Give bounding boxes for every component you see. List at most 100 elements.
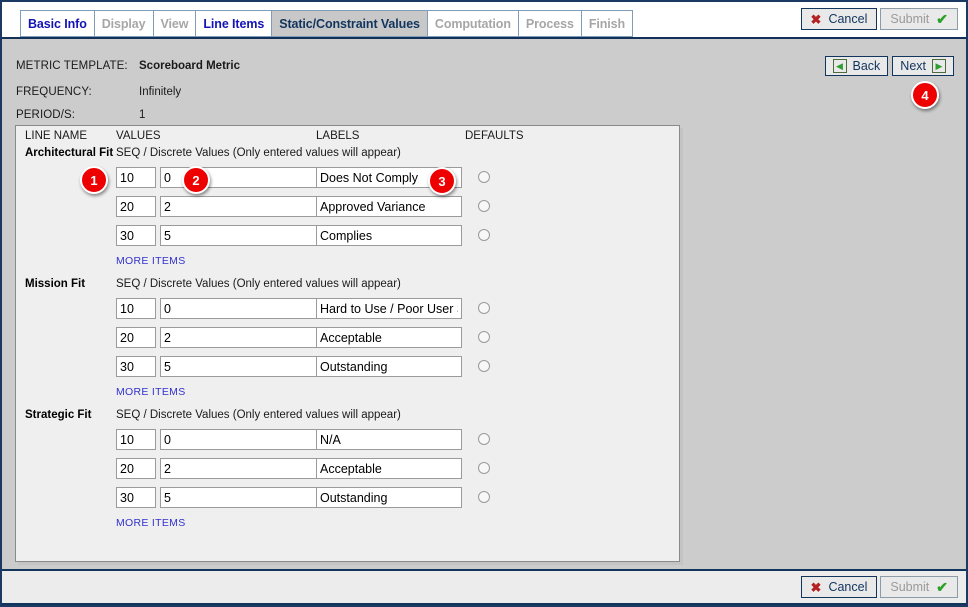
more-items-link-mission-fit[interactable]: MORE ITEMS (116, 386, 186, 398)
seq-input[interactable] (116, 196, 156, 217)
tab-static-constraint-values[interactable]: Static/Constraint Values (271, 10, 427, 37)
discrete-value-input[interactable] (160, 196, 318, 217)
group-name-mission-fit: Mission Fit (25, 278, 86, 290)
line-item-row (16, 196, 679, 225)
next-button-label: Next (900, 59, 926, 73)
static-constraint-values-panel: LINE NAME VALUES LABELS DEFAULTS Archite… (15, 125, 680, 562)
group-header-strategic-fit: Strategic Fit SEQ / Discrete Values (Only… (16, 407, 679, 429)
group-architectural-fit: Architectural Fit SEQ / Discrete Values (… (16, 145, 679, 276)
seq-input[interactable] (116, 356, 156, 377)
seq-input[interactable] (116, 225, 156, 246)
line-item-groups: Architectural Fit SEQ / Discrete Values (… (16, 145, 679, 538)
discrete-value-input[interactable] (160, 225, 318, 246)
more-items-row: MORE ITEMS (16, 254, 679, 276)
back-button-label: Back (852, 59, 881, 73)
label-input[interactable] (316, 356, 462, 377)
cancel-button-top-label: Cancel (828, 12, 868, 26)
periods-label: PERIOD/S: (16, 109, 76, 121)
default-radio[interactable] (478, 200, 490, 212)
seq-input[interactable] (116, 487, 156, 508)
submit-button-bottom[interactable]: Submit ✔ (880, 576, 958, 598)
label-input[interactable] (316, 327, 462, 348)
label-input[interactable] (316, 196, 462, 217)
default-radio[interactable] (478, 229, 490, 241)
top-toolbar-actions: ✖ Cancel Submit ✔ (800, 8, 958, 30)
line-item-row (16, 225, 679, 254)
tab-line-items[interactable]: Line Items (195, 10, 272, 37)
group-strategic-fit: Strategic Fit SEQ / Discrete Values (Only… (16, 407, 679, 538)
default-radio[interactable] (478, 462, 490, 474)
group-name-strategic-fit: Strategic Fit (25, 409, 92, 421)
frequency-row: FREQUENCY: Infinitely (16, 86, 181, 98)
group-header-mission-fit: Mission Fit SEQ / Discrete Values (Only e… (16, 276, 679, 298)
metric-template-label: METRIC TEMPLATE: (16, 60, 128, 72)
seq-input[interactable] (116, 458, 156, 479)
label-input[interactable] (316, 298, 462, 319)
group-hint-strategic-fit: SEQ / Discrete Values (Only entered valu… (116, 409, 401, 421)
arrow-left-icon: ◀ (832, 59, 847, 73)
discrete-value-input[interactable] (160, 487, 318, 508)
tab-basic-info[interactable]: Basic Info (20, 10, 94, 37)
column-header-values: VALUES (116, 130, 161, 142)
column-headers: LINE NAME VALUES LABELS DEFAULTS (16, 126, 679, 145)
arrow-right-icon: ▶ (932, 59, 946, 73)
discrete-value-input[interactable] (160, 429, 318, 450)
tab-view: View (152, 10, 196, 37)
more-items-link-strategic-fit[interactable]: MORE ITEMS (116, 517, 186, 529)
tab-finish: Finish (580, 10, 634, 37)
seq-input[interactable] (116, 429, 156, 450)
more-items-row: MORE ITEMS (16, 385, 679, 407)
default-radio[interactable] (478, 491, 490, 503)
default-radio[interactable] (478, 433, 490, 445)
back-button[interactable]: ◀ Back (824, 56, 889, 76)
group-mission-fit: Mission Fit SEQ / Discrete Values (Only e… (16, 276, 679, 407)
frequency-label: FREQUENCY: (16, 86, 92, 98)
column-header-labels: LABELS (316, 130, 360, 142)
seq-input[interactable] (116, 298, 156, 319)
label-input[interactable] (316, 225, 462, 246)
seq-input[interactable] (116, 327, 156, 348)
bottom-toolbar: ✖ Cancel Submit ✔ (2, 569, 966, 605)
wizard-tabs: Basic Info Display View Line Items Static/Co… (20, 10, 634, 37)
submit-button-bottom-label: Submit (890, 580, 930, 594)
discrete-value-input[interactable] (160, 356, 318, 377)
seq-input[interactable] (116, 167, 156, 188)
line-item-row (16, 356, 679, 385)
group-hint-mission-fit: SEQ / Discrete Values (Only entered valu… (116, 278, 401, 290)
default-radio[interactable] (478, 171, 490, 183)
next-button[interactable]: Next ▶ (892, 56, 954, 76)
default-radio[interactable] (478, 360, 490, 372)
periods-value: 1 (139, 109, 146, 121)
discrete-value-input[interactable] (160, 298, 318, 319)
group-header-architectural-fit: Architectural Fit SEQ / Discrete Values (… (16, 145, 679, 167)
callout-badge-1: 1 (80, 166, 108, 194)
discrete-value-input[interactable] (160, 458, 318, 479)
group-hint-architectural-fit: SEQ / Discrete Values (Only entered valu… (116, 147, 401, 159)
line-item-row (16, 487, 679, 516)
cancel-button-bottom-label: Cancel (828, 580, 868, 594)
check-mark-icon: ✔ (936, 11, 948, 27)
default-radio[interactable] (478, 331, 490, 343)
submit-button-top[interactable]: Submit ✔ (880, 8, 958, 30)
label-input[interactable] (316, 487, 462, 508)
line-item-row (16, 327, 679, 356)
tab-display: Display (93, 10, 153, 37)
more-items-row: MORE ITEMS (16, 516, 679, 538)
label-input[interactable] (316, 429, 462, 450)
more-items-link-architectural-fit[interactable]: MORE ITEMS (116, 255, 186, 267)
callout-badge-2: 2 (182, 166, 210, 194)
line-item-row (16, 458, 679, 487)
label-input[interactable] (316, 458, 462, 479)
periods-row: PERIOD/S: 1 (16, 109, 145, 121)
metric-template-row: METRIC TEMPLATE: Scoreboard Metric (16, 60, 240, 72)
discrete-value-input[interactable] (160, 327, 318, 348)
column-header-defaults: DEFAULTS (465, 130, 524, 142)
cancel-button-bottom[interactable]: ✖ Cancel (800, 576, 878, 598)
submit-button-top-label: Submit (890, 12, 930, 26)
frequency-value: Infinitely (139, 86, 182, 98)
group-name-architectural-fit: Architectural Fit (25, 147, 114, 159)
default-radio[interactable] (478, 302, 490, 314)
tab-computation: Computation (426, 10, 518, 37)
cancel-button-top[interactable]: ✖ Cancel (800, 8, 878, 30)
check-mark-icon: ✔ (936, 579, 948, 595)
